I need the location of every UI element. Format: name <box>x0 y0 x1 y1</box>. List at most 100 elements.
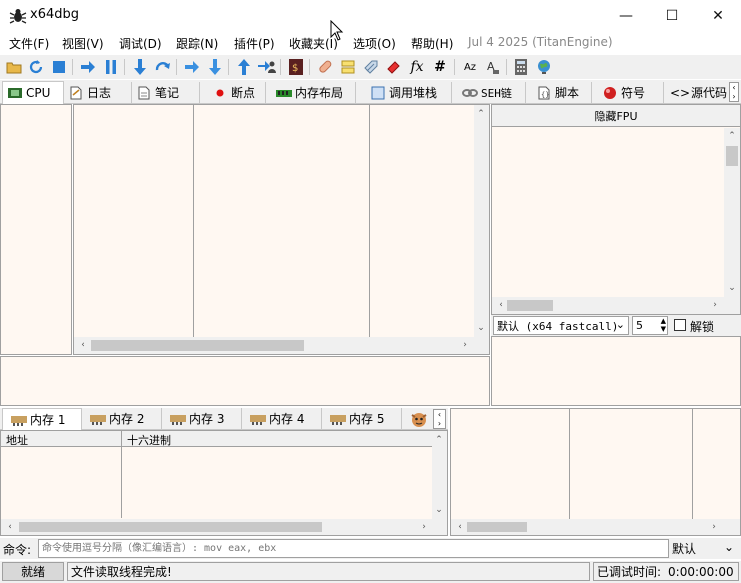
memory-stick-icon <box>276 86 292 100</box>
scroll-left-arrow-icon[interactable]: ‹ <box>494 298 508 312</box>
hide-fpu-button[interactable]: 隐藏FPU <box>492 105 740 127</box>
open-folder-icon[interactable] <box>5 58 23 76</box>
dump-horizontal-scrollbar[interactable]: ‹ › <box>1 519 447 535</box>
registers-horizontal-scrollbar[interactable]: ‹ › <box>492 297 740 314</box>
scrollbar-thumb[interactable] <box>726 146 738 166</box>
tab-breakpoints[interactable]: 断点 <box>200 82 266 103</box>
seh-chain-icon <box>462 86 478 100</box>
hash-icon[interactable]: # <box>431 58 449 76</box>
unlock-checkbox[interactable] <box>674 319 686 331</box>
disassembly-horizontal-scrollbar[interactable]: ‹ › <box>74 337 489 354</box>
column-header-hex[interactable]: 十六进制 <box>127 432 171 448</box>
bookmarks-icon[interactable] <box>385 58 403 76</box>
command-mode-select[interactable]: 默认 ⌄ <box>670 539 738 558</box>
disassembly-view[interactable]: ⌃ ⌄ ‹ › <box>73 104 490 355</box>
scroll-down-arrow-icon[interactable]: ⌄ <box>725 281 739 295</box>
scroll-right-arrow-icon[interactable]: › <box>708 298 722 312</box>
minimize-button[interactable]: — <box>603 0 649 31</box>
scroll-down-arrow-icon[interactable]: ⌄ <box>432 503 446 517</box>
globe-icon[interactable] <box>535 58 553 76</box>
labels-icon[interactable] <box>362 58 380 76</box>
tab-symbols[interactable]: 符号 <box>592 82 664 103</box>
trace-over-icon[interactable] <box>206 58 224 76</box>
trace-into-icon[interactable] <box>183 58 201 76</box>
scroll-up-arrow-icon[interactable]: ⌃ <box>725 129 739 143</box>
menu-plugins[interactable]: 插件(P) <box>234 35 275 52</box>
scrollbar-thumb[interactable] <box>19 522 322 532</box>
tab-memory-map[interactable]: 内存布局 <box>266 82 356 103</box>
disassembly-vertical-scrollbar[interactable]: ⌃ ⌄ <box>474 105 489 337</box>
step-over-icon[interactable] <box>154 58 172 76</box>
step-into-icon[interactable] <box>131 58 149 76</box>
memory-tab-scroll-arrows[interactable]: ‹ › <box>433 409 446 429</box>
functions-icon[interactable]: fx <box>408 58 426 76</box>
tab-memory-2[interactable]: 内存 2 <box>82 408 162 429</box>
debug-time-value: 0:00:00:00 <box>668 564 734 579</box>
execute-till-return-icon[interactable] <box>235 58 253 76</box>
run-icon[interactable] <box>79 58 97 76</box>
symbols-ball-icon <box>602 86 618 100</box>
tab-log[interactable]: 日志 <box>64 82 132 103</box>
menu-debug[interactable]: 调试(D) <box>119 35 162 52</box>
pause-icon[interactable] <box>102 58 120 76</box>
restart-icon[interactable] <box>27 58 45 76</box>
tab-cpu[interactable]: CPU <box>2 81 64 104</box>
calculator-icon[interactable] <box>512 58 530 76</box>
maximize-button[interactable]: ☐ <box>649 0 695 31</box>
scroll-right-arrow-icon[interactable]: › <box>458 338 472 352</box>
scrollbar-thumb[interactable] <box>467 522 527 532</box>
scroll-left-arrow-icon[interactable]: ‹ <box>76 338 90 352</box>
spinner-arrows-icon[interactable]: ▲ ▼ <box>661 317 666 333</box>
tab-memory-4[interactable]: 内存 4 <box>242 408 322 429</box>
mouse-cursor-icon <box>330 20 344 41</box>
column-header-address[interactable]: 地址 <box>6 432 28 448</box>
scroll-right-arrow-icon[interactable]: › <box>707 520 721 534</box>
toolbar-separator <box>124 59 125 75</box>
scroll-left-arrow-icon[interactable]: ‹ <box>3 520 17 534</box>
tab-script[interactable]: {} 脚本 <box>526 82 592 103</box>
argument-count-stepper[interactable]: 5 ▲ ▼ <box>632 316 668 335</box>
tab-call-stack[interactable]: 调用堆栈 <box>356 82 452 103</box>
tab-seh-chain[interactable]: SEH链 <box>452 82 526 103</box>
stack-horizontal-scrollbar[interactable]: ‹ › <box>451 519 740 535</box>
dump-vertical-scrollbar[interactable]: ⌃ ⌄ <box>432 431 447 519</box>
menu-bar: 文件(F) 视图(V) 调试(D) 跟踪(N) 插件(P) 收藏夹(I) 选项(… <box>0 32 741 54</box>
menu-view[interactable]: 视图(V) <box>62 35 104 52</box>
menu-options[interactable]: 选项(O) <box>353 35 396 52</box>
scrollbar-thumb[interactable] <box>91 340 304 351</box>
stack-view[interactable]: ‹ › <box>450 408 741 536</box>
find-pattern-icon[interactable]: A <box>484 58 502 76</box>
watch-face-icon[interactable] <box>410 410 428 428</box>
menu-file[interactable]: 文件(F) <box>9 35 49 52</box>
close-button[interactable]: ✕ <box>695 0 741 31</box>
script-icon[interactable]: $ <box>287 58 305 76</box>
menu-trace[interactable]: 跟踪(N) <box>176 35 218 52</box>
svg-text:{}: {} <box>541 91 549 99</box>
tab-memory-3[interactable]: 内存 3 <box>162 408 242 429</box>
string-references-icon[interactable]: Az <box>461 58 479 76</box>
tab-scroll-arrows[interactable]: ‹ › <box>729 82 739 102</box>
notes-page-icon <box>136 86 152 100</box>
scroll-down-arrow-icon[interactable]: ⌄ <box>474 321 488 335</box>
menu-help[interactable]: 帮助(H) <box>411 35 453 52</box>
patch-icon[interactable] <box>316 58 334 76</box>
scroll-right-arrow-icon[interactable]: › <box>417 520 431 534</box>
registers-vertical-scrollbar[interactable]: ⌃ ⌄ <box>724 128 740 297</box>
log-page-icon <box>68 86 84 100</box>
scroll-left-arrow-icon[interactable]: ‹ <box>453 520 467 534</box>
scroll-up-arrow-icon[interactable]: ⌃ <box>474 107 488 121</box>
command-input[interactable] <box>38 539 669 558</box>
scroll-up-arrow-icon[interactable]: ⌃ <box>432 433 446 447</box>
comments-icon[interactable] <box>339 58 357 76</box>
scrollbar-thumb[interactable] <box>507 300 553 311</box>
tab-memory-1[interactable]: 内存 1 <box>2 408 82 430</box>
calling-convention-select[interactable]: 默认 (x64 fastcall) ⌄ <box>493 316 629 335</box>
registers-view[interactable]: 隐藏FPU ⌃ ⌄ ‹ › <box>491 104 741 315</box>
memory-dump-view[interactable]: 地址 十六进制 ⌃ ⌄ ‹ › <box>0 430 448 536</box>
run-to-user-code-icon[interactable] <box>258 58 276 76</box>
tab-notes[interactable]: 笔记 <box>132 82 200 103</box>
tab-source[interactable]: <> 源代码 <box>664 82 732 103</box>
tab-memory-5[interactable]: 内存 5 <box>322 408 402 429</box>
stop-icon[interactable] <box>50 58 68 76</box>
toolbar-separator <box>309 59 310 75</box>
